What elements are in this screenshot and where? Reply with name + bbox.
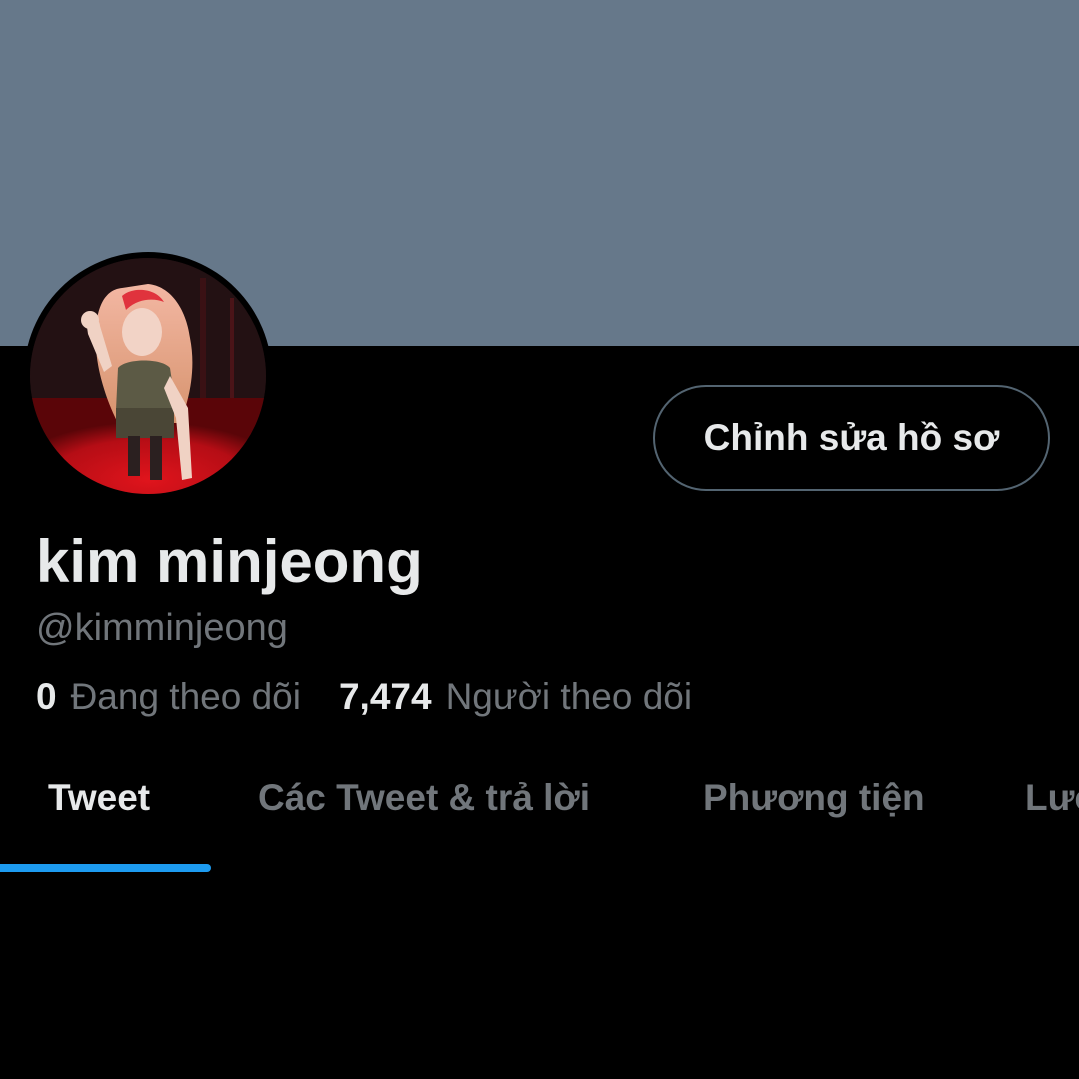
avatar-photo: [30, 258, 266, 494]
tab-media[interactable]: Phương tiện: [703, 745, 925, 851]
followers-label: Người theo dõi: [445, 676, 693, 717]
following-label: Đang theo dõi: [70, 676, 301, 717]
following-count: 0: [36, 676, 57, 717]
tab-likes[interactable]: Lượt thích: [1025, 745, 1079, 851]
followers-count: 7,474: [338, 676, 432, 717]
profile-tabs: Tweet Các Tweet & trả lời Phương tiện Lư…: [0, 745, 1079, 875]
followers-link[interactable]: 7,474 Người theo dõi: [339, 672, 692, 722]
avatar-image: [30, 258, 266, 494]
tab-tweets-and-replies[interactable]: Các Tweet & trả lời: [258, 745, 590, 851]
edit-profile-button[interactable]: Chỉnh sửa hồ sơ: [653, 385, 1050, 491]
display-name: kim minjeong: [36, 528, 423, 595]
following-link[interactable]: 0 Đang theo dõi: [36, 672, 301, 722]
avatar[interactable]: [24, 252, 272, 500]
user-handle: @kimminjeong: [36, 607, 288, 649]
follow-stats: 0 Đang theo dõi 7,474 Người theo dõi: [36, 672, 692, 722]
profile-page: Chỉnh sửa hồ sơ kim minjeong @kimminjeon…: [0, 0, 1079, 1079]
tab-tweets[interactable]: Tweet: [48, 745, 150, 851]
active-tab-indicator: [0, 864, 211, 872]
